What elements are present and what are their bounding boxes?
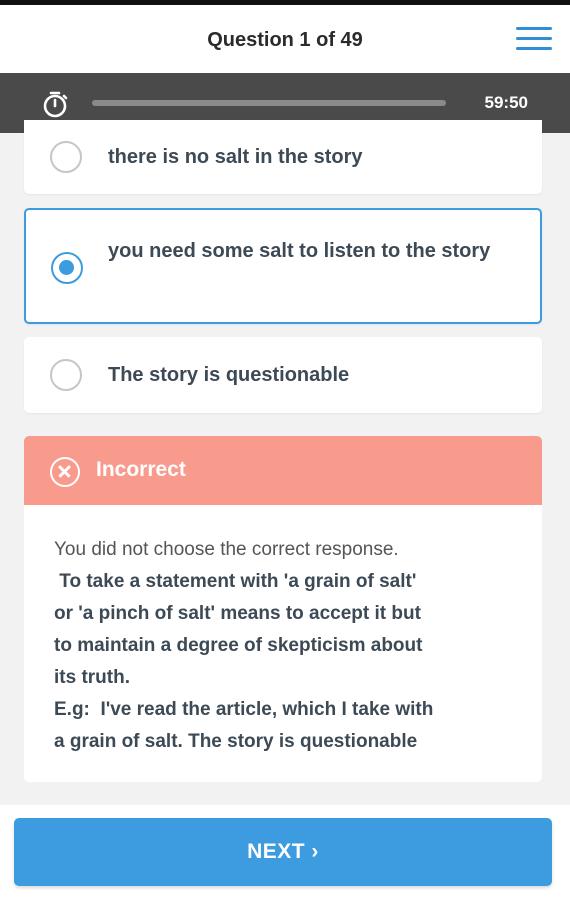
explanation-line: its truth. xyxy=(54,667,130,688)
question-header: Question 1 of 49 xyxy=(0,5,570,73)
answer-option-label: there is no salt in the story xyxy=(108,146,363,168)
explanation-line: E.g: I've read the article, which I take… xyxy=(54,699,434,720)
feedback-card: Incorrect You did not choose the correct… xyxy=(24,436,542,782)
feedback-header: Incorrect xyxy=(24,436,542,505)
feedback-status: Incorrect xyxy=(96,458,186,481)
radio-button-selected[interactable] xyxy=(51,252,83,284)
hamburger-menu-icon[interactable] xyxy=(516,25,552,55)
explanation-line: To take a statement with 'a grain of sal… xyxy=(54,571,417,592)
time-remaining: 59:50 xyxy=(484,93,528,112)
next-button[interactable]: NEXT › xyxy=(14,818,552,886)
explanation-line: a grain of salt. The story is questionab… xyxy=(54,731,418,752)
answer-option-label: The story is questionable xyxy=(108,364,350,386)
close-circle-icon xyxy=(50,457,80,487)
explanation-line: or 'a pinch of salt' means to accept it … xyxy=(54,603,421,624)
answer-option-1[interactable]: there is no salt in the story xyxy=(24,120,542,194)
question-counter: Question 1 of 49 xyxy=(207,29,363,51)
answer-option-3[interactable]: The story is questionable xyxy=(24,337,542,413)
feedback-explanation: You did not choose the correct response.… xyxy=(54,534,514,758)
feedback-intro: You did not choose the correct response. xyxy=(54,539,399,560)
time-progress-track xyxy=(92,100,446,106)
answer-option-label: you need some salt to listen to the stor… xyxy=(108,240,491,262)
stopwatch-icon xyxy=(43,91,68,118)
explanation-line: to maintain a degree of skepticism about xyxy=(54,635,423,656)
radio-button[interactable] xyxy=(50,141,82,173)
answer-option-2[interactable]: you need some salt to listen to the stor… xyxy=(24,208,542,324)
radio-button[interactable] xyxy=(50,359,82,391)
next-button-label: NEXT › xyxy=(247,840,319,863)
